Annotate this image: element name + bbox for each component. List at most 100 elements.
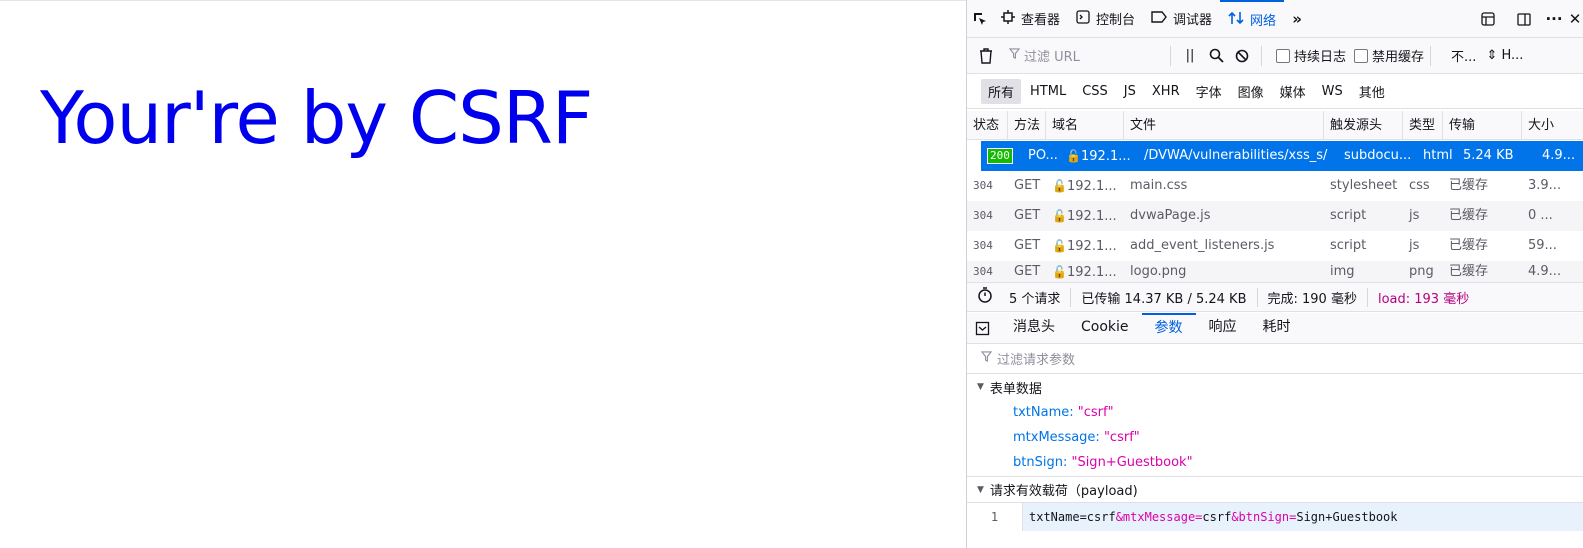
- network-icon: [1228, 10, 1244, 30]
- toolbar-divider: [1261, 45, 1262, 66]
- request-cause: stylesheet: [1330, 178, 1398, 193]
- filter-js[interactable]: JS: [1117, 81, 1143, 102]
- payload-code-line[interactable]: txtName=csrf&mtxMessage=csrf&btnSign=Sig…: [1023, 502, 1583, 531]
- filter-url-input[interactable]: 过滤 URL: [999, 46, 1164, 65]
- stopwatch-icon: [977, 287, 993, 307]
- summary-finish: 完成: 190 毫秒: [1258, 287, 1368, 307]
- table-row[interactable]: 200 PO... 🔓192.1... /DVWA/vulnerabilitie…: [981, 141, 1583, 171]
- request-file: logo.png: [1130, 263, 1187, 279]
- table-row[interactable]: 304 GET 🔓192.1... main.css stylesheet cs…: [967, 171, 1583, 201]
- form-data-header[interactable]: ▼ 表单数据: [967, 374, 1583, 400]
- tab-params[interactable]: 参数: [1141, 312, 1196, 344]
- filter-images[interactable]: 图像: [1231, 79, 1271, 104]
- inspector-icon: [1001, 9, 1015, 28]
- table-row[interactable]: 304 GET 🔓192.1... dvwaPage.js script js …: [967, 201, 1583, 231]
- close-icon[interactable]: ✕: [1567, 0, 1583, 38]
- request-domain: 🔓192.1...: [1046, 231, 1124, 261]
- filter-html[interactable]: HTML: [1023, 81, 1073, 102]
- disable-cache-checkbox[interactable]: 禁用缓存: [1354, 46, 1424, 65]
- payload-part: &mtxMessage=: [1115, 509, 1203, 524]
- checkbox-box: [1354, 48, 1369, 63]
- devtools-tabbar: 查看器 控制台 调试器 网络 » ··· ✕: [967, 0, 1583, 38]
- network-summary: 5 个请求 已传输 14.37 KB / 5.24 KB 完成: 190 毫秒 …: [967, 282, 1583, 312]
- column-transferred[interactable]: 传输: [1443, 110, 1522, 140]
- tab-console-label: 控制台: [1096, 13, 1136, 28]
- tab-timings[interactable]: 耗时: [1250, 313, 1304, 344]
- column-status[interactable]: 状态: [967, 110, 1008, 140]
- pause-icon[interactable]: ||: [1177, 37, 1203, 75]
- filter-funnel-icon: [980, 351, 993, 366]
- form-param-row[interactable]: txtName: "csrf": [967, 400, 1583, 425]
- tab-cookies[interactable]: Cookie: [1068, 313, 1142, 344]
- tab-response[interactable]: 响应: [1196, 313, 1250, 344]
- tab-debugger[interactable]: 调试器: [1143, 0, 1220, 38]
- tab-inspector[interactable]: 查看器: [993, 0, 1068, 38]
- more-tools-chevron-icon[interactable]: »: [1284, 0, 1310, 38]
- request-type: css: [1409, 178, 1430, 193]
- payload-header[interactable]: ▼ 请求有效载荷（payload): [967, 476, 1583, 502]
- request-size: 0 ...: [1528, 208, 1553, 223]
- request-status: 200: [981, 141, 1022, 171]
- request-domain-text: 192.1...: [1081, 149, 1131, 164]
- network-toolbar: 过滤 URL || 持续日志 禁用缓存 不... ⇕ H...: [967, 38, 1583, 74]
- requests-table-header: 状态 方法 域名 文件 触发源头 类型 传输 大小: [967, 110, 1583, 140]
- persist-logs-checkbox[interactable]: 持续日志: [1276, 46, 1346, 65]
- form-param-row[interactable]: btnSign: "Sign+Guestbook": [967, 450, 1583, 475]
- column-size[interactable]: 大小: [1522, 111, 1562, 140]
- clear-trash-icon[interactable]: [973, 37, 999, 75]
- form-param-row[interactable]: mtxMessage: "csrf": [967, 425, 1583, 450]
- filter-other[interactable]: 其他: [1352, 79, 1392, 104]
- filter-all[interactable]: 所有: [981, 78, 1022, 104]
- column-file[interactable]: 文件: [1124, 110, 1324, 140]
- request-transferred: 已缓存: [1449, 263, 1489, 279]
- search-icon[interactable]: [1203, 37, 1229, 75]
- filter-fonts[interactable]: 字体: [1189, 79, 1229, 104]
- request-transferred: 已缓存: [1449, 178, 1489, 193]
- column-type[interactable]: 类型: [1403, 110, 1443, 140]
- request-type: js: [1409, 238, 1420, 253]
- table-row[interactable]: 304 GET 🔓192.1... add_event_listeners.js…: [967, 231, 1583, 261]
- request-domain: 🔓192.1...: [1046, 171, 1124, 201]
- status-badge: 200: [987, 148, 1013, 164]
- filter-xhr[interactable]: XHR: [1145, 81, 1187, 102]
- insecure-lock-icon: 🔓: [1052, 239, 1067, 253]
- payload-part: Sign+Guestbook: [1296, 509, 1398, 524]
- dock-toggle-icon[interactable]: [1511, 0, 1537, 38]
- expand-triangle-icon: ▼: [977, 382, 984, 392]
- tab-headers[interactable]: 消息头: [1000, 313, 1068, 344]
- toggle-sidebar-icon[interactable]: [975, 321, 990, 336]
- checkbox-box: [1276, 48, 1290, 63]
- page-viewport: Your're by CSRF: [0, 0, 966, 548]
- throttling-select[interactable]: 不...: [1451, 46, 1476, 65]
- param-value: "Sign+Guestbook": [1071, 455, 1193, 470]
- request-domain-text: 192.1...: [1067, 209, 1117, 224]
- console-icon: [1076, 9, 1090, 28]
- column-cause[interactable]: 触发源头: [1324, 110, 1403, 140]
- block-requests-icon[interactable]: [1229, 37, 1255, 75]
- overflow-menu-icon[interactable]: ···: [1541, 0, 1567, 38]
- request-size: 4.9...: [1528, 263, 1562, 279]
- param-key: btnSign:: [1013, 455, 1068, 470]
- filter-css[interactable]: CSS: [1075, 81, 1115, 102]
- toolbar-divider: [1170, 45, 1171, 66]
- line-number: 1: [967, 502, 1023, 531]
- frame-select-icon[interactable]: [1475, 0, 1501, 38]
- param-key: mtxMessage:: [1013, 430, 1100, 445]
- request-type: png: [1409, 263, 1434, 279]
- payload-part: csrf: [1086, 509, 1116, 524]
- param-value: "csrf": [1077, 405, 1114, 420]
- filter-ws[interactable]: WS: [1315, 81, 1350, 102]
- filter-media[interactable]: 媒体: [1273, 79, 1313, 104]
- column-method[interactable]: 方法: [1008, 110, 1046, 140]
- element-picker-icon[interactable]: [967, 0, 993, 38]
- payload-editor[interactable]: 1 txtName=csrf&mtxMessage=csrf&btnSign=S…: [967, 502, 1583, 531]
- har-menu[interactable]: ⇕ H...: [1486, 48, 1523, 63]
- request-transferred: 已缓存: [1449, 208, 1489, 223]
- debugger-icon: [1151, 10, 1167, 28]
- params-filter-input[interactable]: 过滤请求参数: [967, 344, 1583, 374]
- tab-network[interactable]: 网络: [1220, 0, 1285, 38]
- table-row[interactable]: 304 GET 🔓192.1... logo.png img png 已缓存 4…: [967, 261, 1583, 282]
- column-domain[interactable]: 域名: [1046, 110, 1124, 140]
- tab-console[interactable]: 控制台: [1068, 0, 1143, 38]
- request-file: main.css: [1130, 178, 1188, 193]
